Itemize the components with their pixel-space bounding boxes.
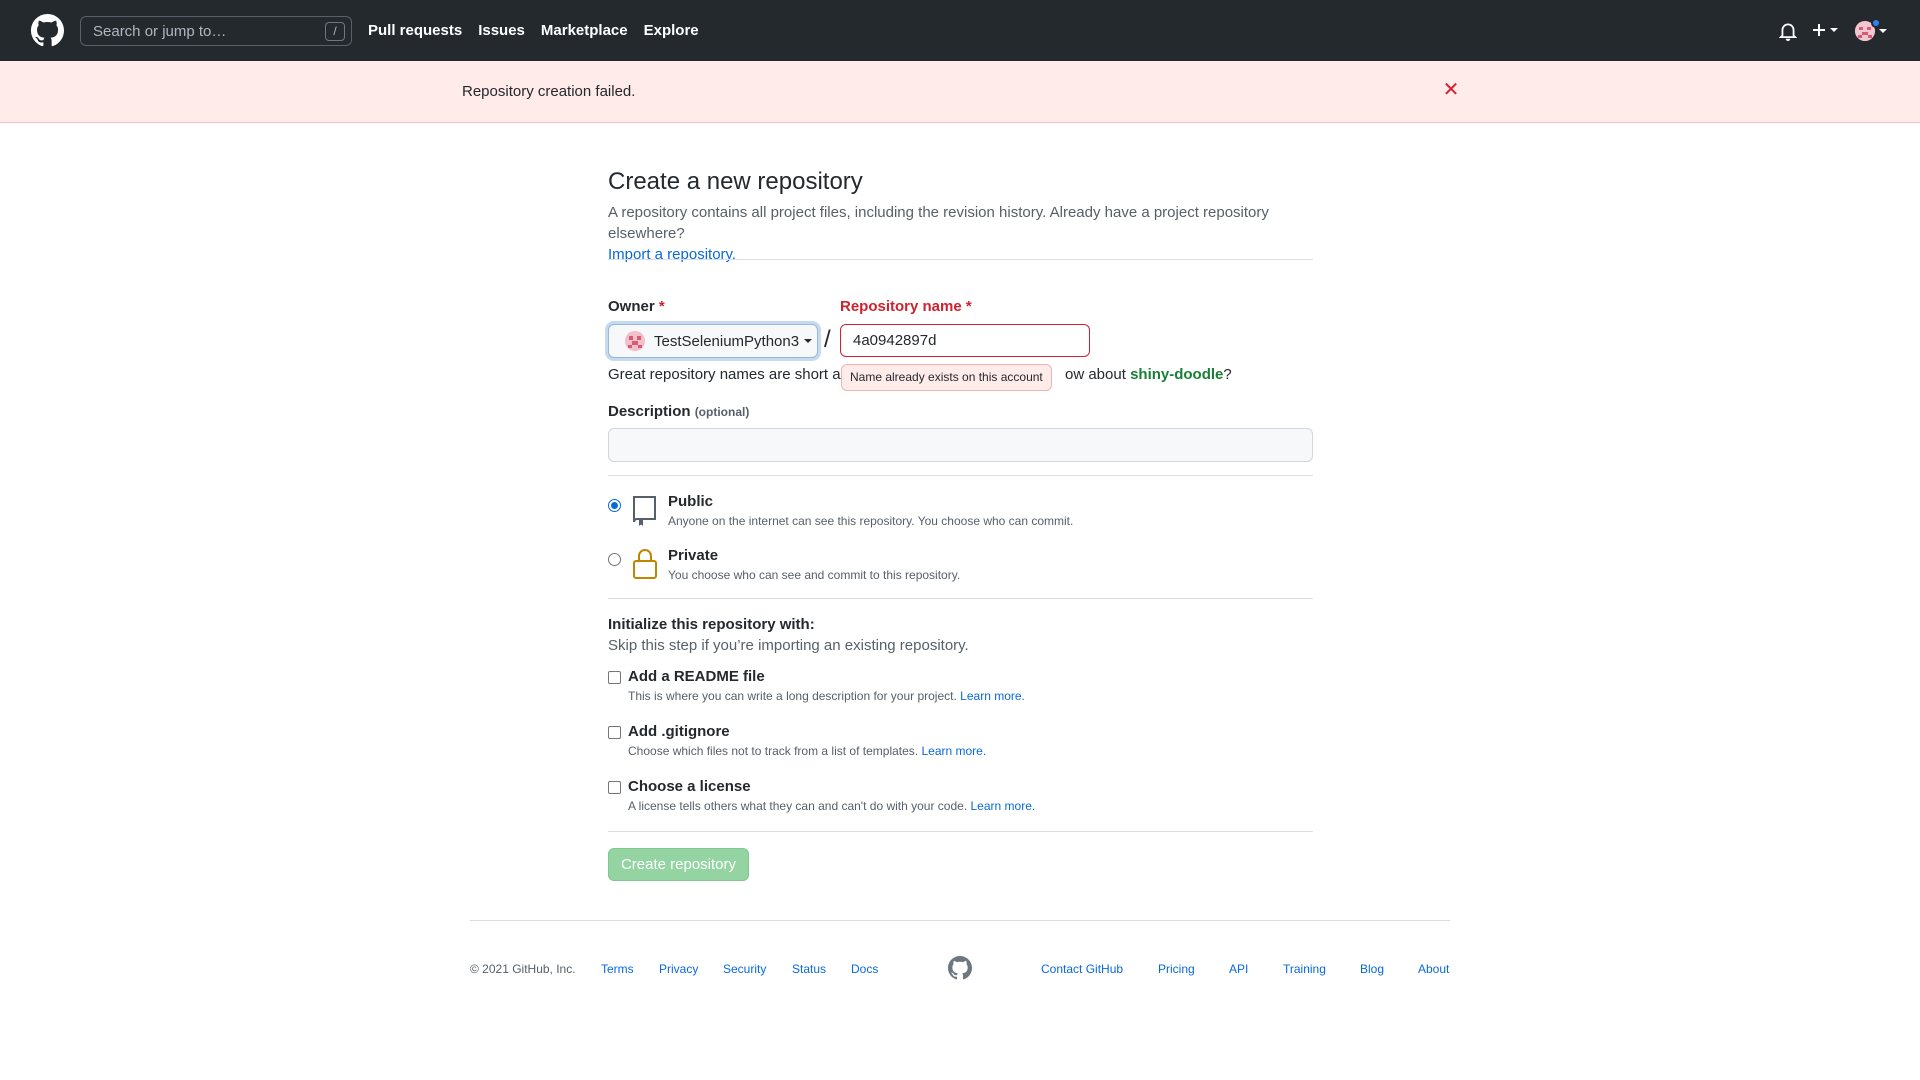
footer-link-training[interactable]: Training	[1283, 962, 1326, 976]
search-box[interactable]: /	[80, 16, 352, 46]
error-flash-banner: Repository creation failed. ✕	[0, 61, 1920, 123]
gitignore-title: Add .gitignore	[628, 723, 730, 740]
footer-link-security[interactable]: Security	[723, 962, 766, 976]
divider	[608, 475, 1313, 476]
nav-marketplace[interactable]: Marketplace	[541, 22, 628, 39]
description-label: Description (optional)	[608, 403, 749, 420]
footer-link-status[interactable]: Status	[792, 962, 826, 976]
chevron-down-icon	[1830, 28, 1838, 32]
footer-link-terms[interactable]: Terms	[601, 962, 634, 976]
lock-icon	[633, 549, 657, 579]
license-learn-more-link[interactable]: Learn more.	[971, 799, 1036, 813]
import-repository-link[interactable]: Import a repository.	[608, 246, 736, 263]
hint-prefix: Great repository names are short and	[608, 366, 858, 383]
nav-issues[interactable]: Issues	[478, 22, 525, 39]
create-new-menu[interactable]	[1812, 20, 1842, 40]
init-subtitle: Skip this step if you’re importing an ex…	[608, 637, 969, 654]
init-title: Initialize this repository with:	[608, 616, 815, 633]
license-title: Choose a license	[628, 778, 751, 795]
footer: © 2021 GitHub, Inc. Terms Privacy Securi…	[470, 956, 1450, 982]
gitignore-desc-text: Choose which files not to track from a l…	[628, 744, 919, 758]
chevron-down-icon	[1879, 29, 1887, 33]
hint-suggestion-line: ow about shiny-doodle?	[1065, 366, 1232, 383]
readme-checkbox[interactable]	[608, 671, 621, 684]
hint-end: ?	[1223, 366, 1232, 383]
name-error-tooltip: Name already exists on this account	[841, 364, 1052, 391]
footer-link-privacy[interactable]: Privacy	[659, 962, 698, 976]
private-radio[interactable]	[608, 553, 621, 566]
divider	[608, 598, 1313, 599]
description-input[interactable]	[608, 428, 1313, 462]
repository-name-label: Repository name *	[840, 298, 972, 315]
private-description: You choose who can see and commit to thi…	[668, 568, 961, 582]
required-mark: *	[658, 298, 665, 315]
private-title: Private	[668, 547, 719, 564]
footer-link-pricing[interactable]: Pricing	[1158, 962, 1195, 976]
footer-link-blog[interactable]: Blog	[1360, 962, 1384, 976]
gitignore-description: Choose which files not to track from a l…	[628, 744, 986, 758]
public-title: Public	[668, 493, 714, 510]
required-mark: *	[965, 298, 972, 315]
repository-name-label-text: Repository name	[840, 298, 962, 315]
chevron-down-icon	[804, 339, 813, 343]
close-icon[interactable]: ✕	[1442, 80, 1460, 100]
page-subtitle: A repository contains all project files,…	[608, 202, 1313, 265]
avatar	[625, 331, 645, 351]
repository-name-input[interactable]	[840, 324, 1090, 357]
description-label-text: Description	[608, 403, 691, 420]
hint-suffix: ow about	[1065, 366, 1126, 383]
footer-link-about[interactable]: About	[1418, 962, 1449, 976]
gitignore-learn-more-link[interactable]: Learn more.	[921, 744, 986, 758]
suggested-name[interactable]: shiny-doodle	[1130, 366, 1223, 383]
subtitle-text: A repository contains all project files,…	[608, 204, 1269, 242]
search-input[interactable]	[93, 22, 313, 40]
footer-link-api[interactable]: API	[1229, 962, 1248, 976]
owner-repo-separator: /	[824, 326, 831, 353]
slash-shortcut-key: /	[325, 22, 345, 41]
license-description: A license tells others what they can and…	[628, 799, 1035, 813]
divider	[608, 259, 1313, 260]
owner-value: TestSeleniumPython3	[654, 332, 800, 350]
license-checkbox[interactable]	[608, 781, 621, 794]
readme-description: This is where you can write a long descr…	[628, 689, 1025, 703]
plus-icon	[1813, 24, 1825, 36]
global-header: / Pull requests Issues Marketplace Explo…	[0, 0, 1920, 61]
readme-desc-text: This is where you can write a long descr…	[628, 689, 957, 703]
bell-icon[interactable]	[1779, 21, 1797, 41]
license-desc-text: A license tells others what they can and…	[628, 799, 968, 813]
owner-label-text: Owner	[608, 298, 655, 315]
footer-link-contact[interactable]: Contact GitHub	[1041, 962, 1123, 976]
github-mark-icon[interactable]	[948, 956, 972, 980]
header-nav: Pull requests Issues Marketplace Explore	[368, 0, 699, 61]
footer-divider	[470, 920, 1450, 921]
owner-label: Owner *	[608, 298, 665, 315]
github-logo-icon[interactable]	[31, 14, 64, 47]
repo-icon	[633, 496, 656, 526]
optional-tag: (optional)	[694, 405, 750, 419]
page-title: Create a new repository	[608, 168, 863, 195]
copyright: © 2021 GitHub, Inc.	[470, 962, 576, 976]
public-radio[interactable]	[608, 499, 621, 512]
public-description: Anyone on the internet can see this repo…	[668, 514, 1074, 528]
owner-dropdown[interactable]: TestSeleniumPython3	[608, 324, 818, 358]
readme-learn-more-link[interactable]: Learn more.	[960, 689, 1025, 703]
nav-pull-requests[interactable]: Pull requests	[368, 22, 462, 39]
nav-explore[interactable]: Explore	[644, 22, 699, 39]
flash-message: Repository creation failed.	[462, 83, 636, 100]
gitignore-checkbox[interactable]	[608, 726, 621, 739]
notification-dot	[1871, 18, 1881, 28]
readme-title: Add a README file	[628, 668, 765, 685]
footer-link-docs[interactable]: Docs	[851, 962, 878, 976]
create-repository-button[interactable]: Create repository	[608, 848, 749, 881]
divider	[608, 831, 1313, 832]
